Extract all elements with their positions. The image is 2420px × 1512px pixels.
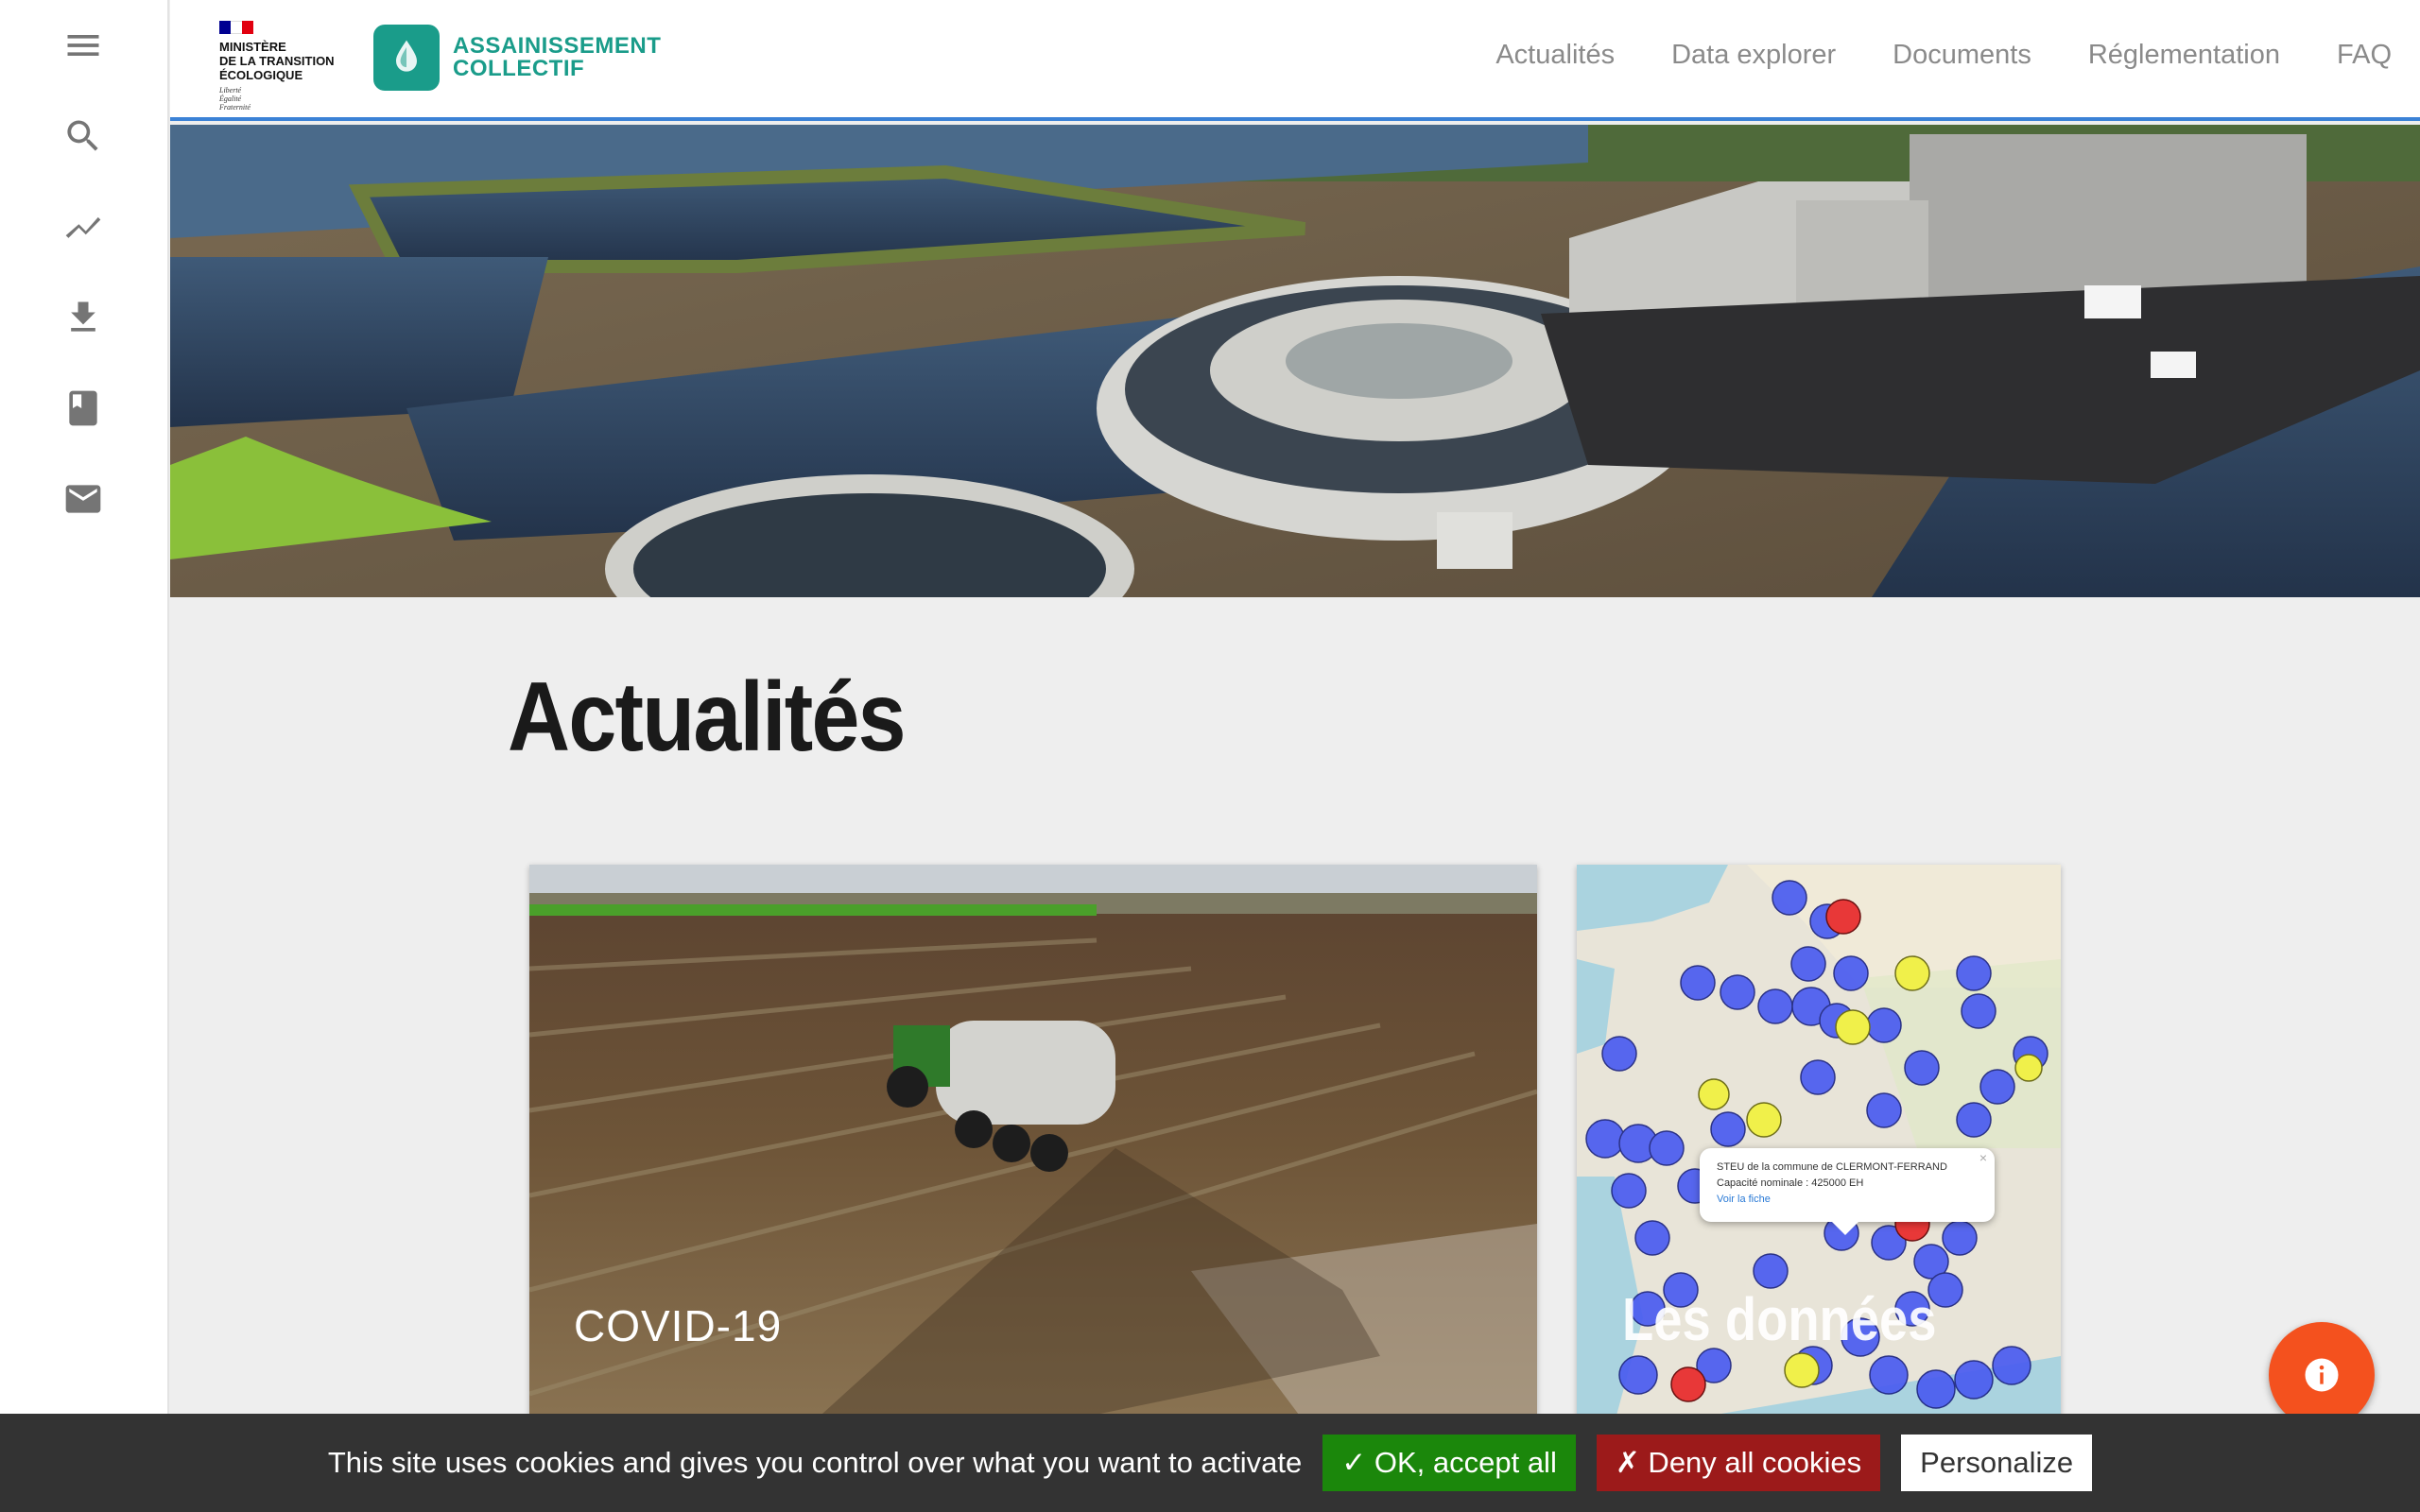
menu-icon — [67, 35, 99, 56]
menu-button[interactable] — [55, 17, 112, 74]
accept-all-cookies-button[interactable]: ✓ OK, accept all — [1322, 1435, 1576, 1491]
government-logo[interactable]: MINISTÈRE DE LA TRANSITION ÉCOLOGIQUE Li… — [219, 21, 352, 112]
nav-faq[interactable]: FAQ — [2337, 40, 2392, 71]
documents-button[interactable] — [55, 380, 112, 437]
news-card-covid[interactable]: COVID-19 — [529, 865, 1537, 1422]
download-icon — [71, 301, 95, 332]
download-button[interactable] — [55, 289, 112, 346]
popup-view-link[interactable]: Voir la fiche — [1717, 1192, 1978, 1208]
popup-station-name: STEU de la commune de CLERMONT-FERRAND — [1717, 1161, 1947, 1173]
nav-actualites[interactable]: Actualités — [1495, 40, 1615, 71]
personalize-cookies-button[interactable]: Personalize — [1901, 1435, 2093, 1491]
trending-icon — [65, 216, 101, 238]
card-title-covid: COVID-19 — [574, 1301, 783, 1350]
header: MINISTÈRE DE LA TRANSITION ÉCOLOGIQUE Li… — [170, 0, 2420, 121]
french-flag-icon — [219, 21, 253, 34]
card-title-data: Les données — [1622, 1285, 1937, 1353]
search-icon — [67, 120, 98, 151]
brand-logo[interactable]: ASSAINISSEMENT COLLECTIF — [373, 25, 661, 91]
hero-banner-image — [170, 125, 2420, 597]
republic-motto: Liberté Égalité Fraternité — [219, 86, 251, 112]
main-nav: Actualités Data explorer Documents Régle… — [1495, 40, 2392, 71]
nav-documents[interactable]: Documents — [1893, 40, 2031, 71]
book-icon — [69, 390, 97, 426]
popup-capacity: Capacité nominale : 425000 EH — [1717, 1177, 1864, 1189]
search-button[interactable] — [55, 108, 112, 164]
page-title: Actualités — [508, 662, 907, 772]
map-popup: × STEU de la commune de CLERMONT-FERRAND… — [1700, 1148, 1995, 1235]
info-icon — [2305, 1358, 2339, 1392]
news-card-data[interactable]: × STEU de la commune de CLERMONT-FERRAND… — [1577, 865, 2061, 1422]
ministry-name: MINISTÈRE DE LA TRANSITION ÉCOLOGIQUE — [219, 40, 335, 82]
cookie-message: This site uses cookies and gives you con… — [327, 1446, 1303, 1479]
contact-button[interactable] — [55, 471, 112, 527]
nav-reglementation[interactable]: Réglementation — [2088, 40, 2280, 71]
sidebar — [0, 0, 169, 1512]
brand-name: ASSAINISSEMENT COLLECTIF — [453, 33, 662, 81]
info-button[interactable] — [2269, 1322, 2375, 1428]
water-drop-icon — [373, 25, 440, 91]
nav-data-explorer[interactable]: Data explorer — [1671, 40, 1836, 71]
mail-icon — [65, 485, 101, 513]
deny-all-cookies-button[interactable]: ✗ Deny all cookies — [1596, 1435, 1881, 1491]
cookie-banner: This site uses cookies and gives you con… — [0, 1414, 2420, 1512]
data-explorer-button[interactable] — [55, 198, 112, 255]
popup-close-button[interactable]: × — [1979, 1150, 1987, 1166]
